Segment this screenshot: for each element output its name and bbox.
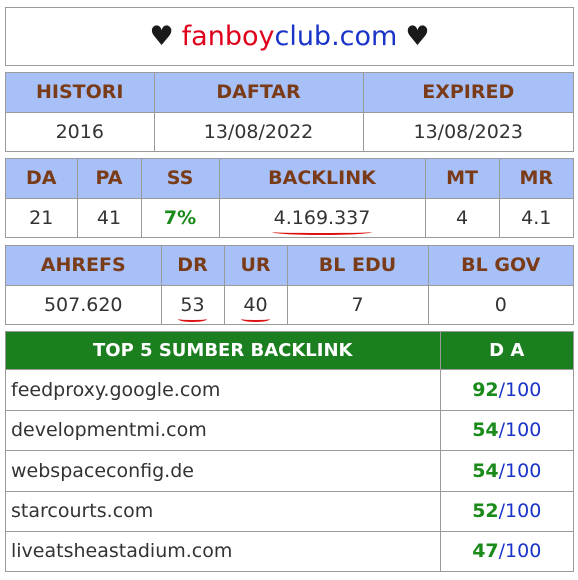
histori-value: 2016	[6, 111, 155, 151]
header-ss: SS	[140, 159, 220, 199]
ahrefs-value: 507.620	[6, 284, 162, 324]
source-domain: webspaceconfig.de	[6, 450, 441, 492]
source-da-max: 100	[505, 500, 542, 523]
table-row: liveatsheastadium.com 47/100	[6, 530, 573, 571]
heart-icon: ♥	[149, 21, 174, 52]
backlink-sources-table: TOP 5 SUMBER BACKLINK D A feedproxy.goog…	[5, 331, 574, 572]
source-da: 47/100	[439, 530, 573, 571]
header-bl-edu: BL EDU	[286, 246, 429, 286]
source-da: 54/100	[439, 409, 573, 452]
site-title-box: ♥ fanboyclub.com ♥	[5, 7, 574, 66]
source-da: 92/100	[439, 369, 573, 411]
header-mt: MT	[424, 159, 500, 199]
expired-value: 13/08/2023	[362, 111, 573, 151]
header-bl-gov: BL GOV	[427, 246, 573, 286]
daftar-value: 13/08/2022	[153, 111, 364, 151]
source-da: 54/100	[439, 450, 573, 492]
source-da-value: 54	[472, 419, 499, 442]
source-da-value: 54	[472, 459, 499, 482]
header-pa: PA	[76, 159, 142, 199]
source-da-max: 100	[505, 459, 542, 482]
header-top-sources: TOP 5 SUMBER BACKLINK	[6, 332, 441, 371]
source-da-value: 47	[472, 540, 499, 563]
mt-value: 4	[424, 197, 500, 237]
ur-cell: 40	[223, 284, 288, 324]
bl-edu-value: 7	[286, 284, 429, 324]
source-da-max: 100	[505, 378, 542, 401]
table-row: starcourts.com 52/100	[6, 490, 573, 532]
header-da-column: D A	[439, 332, 573, 371]
history-table: HISTORI DAFTAR EXPIRED 2016 13/08/2022 1…	[5, 72, 574, 152]
source-da-max: 100	[505, 419, 542, 442]
site-title-part-2: club.com	[274, 21, 398, 52]
heart-icon: ♥	[405, 21, 430, 52]
table-row: webspaceconfig.de 54/100	[6, 450, 573, 492]
pa-value: 41	[76, 197, 142, 237]
source-domain: feedproxy.google.com	[6, 369, 441, 411]
header-da: DA	[6, 159, 78, 199]
ur-value: 40	[241, 293, 270, 322]
source-da-max: 100	[505, 540, 542, 563]
source-da-value: 52	[472, 500, 499, 523]
dr-cell: 53	[160, 284, 225, 324]
source-da: 52/100	[439, 490, 573, 532]
ahrefs-table: AHREFS DR UR BL EDU BL GOV 507.620 53 40…	[5, 245, 574, 325]
header-ur: UR	[223, 246, 288, 286]
metrics-table: DA PA SS BACKLINK MT MR 21 41 7% 4.169.3…	[5, 158, 574, 238]
mr-value: 4.1	[498, 197, 573, 237]
table-row: developmentmi.com 54/100	[6, 409, 573, 452]
header-backlink: BACKLINK	[218, 159, 426, 199]
site-title-part-1: fanboy	[181, 21, 275, 52]
table-row: feedproxy.google.com 92/100	[6, 369, 573, 411]
header-histori: HISTORI	[6, 73, 155, 113]
header-daftar: DAFTAR	[153, 73, 364, 113]
source-domain: starcourts.com	[6, 490, 441, 532]
source-domain: liveatsheastadium.com	[6, 530, 441, 571]
source-da-value: 92	[472, 378, 499, 401]
da-value: 21	[6, 197, 78, 237]
dr-value: 53	[178, 293, 207, 322]
header-mr: MR	[498, 159, 573, 199]
header-dr: DR	[160, 246, 225, 286]
bl-gov-value: 0	[427, 284, 573, 324]
header-ahrefs: AHREFS	[6, 246, 162, 286]
backlink-value: 4.169.337	[271, 206, 373, 235]
backlink-cell: 4.169.337	[218, 197, 426, 237]
header-expired: EXPIRED	[362, 73, 573, 113]
source-domain: developmentmi.com	[6, 409, 441, 452]
ss-value: 7%	[140, 197, 220, 237]
site-title: fanboyclub.com	[182, 21, 398, 52]
